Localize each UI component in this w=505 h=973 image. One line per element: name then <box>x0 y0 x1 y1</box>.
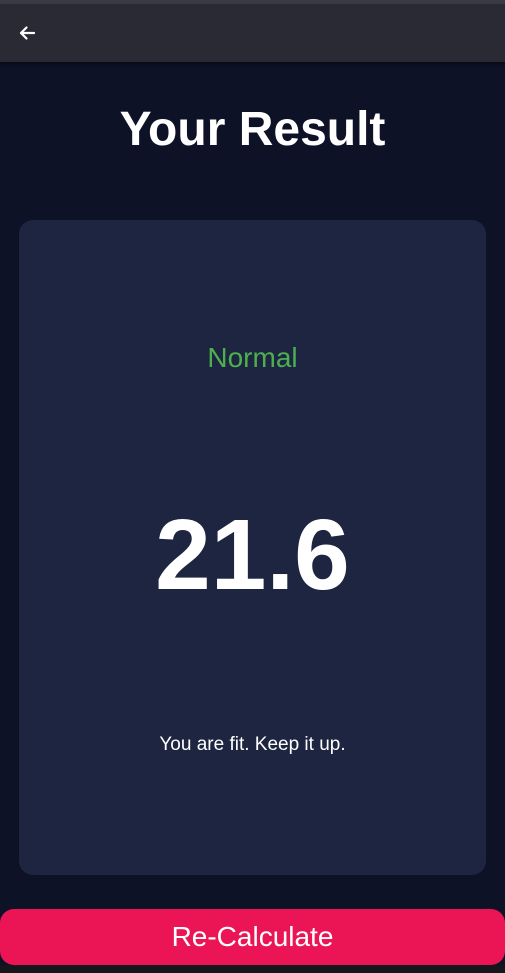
page-title: Your Result <box>119 103 386 156</box>
app-bar <box>0 0 505 62</box>
bmi-status-label: Normal <box>207 342 298 373</box>
back-button[interactable] <box>12 18 42 48</box>
arrow-left-icon <box>19 26 36 40</box>
bottom-edge <box>0 965 505 973</box>
result-card: Normal 21.6 You are fit. Keep it up. <box>19 220 486 875</box>
result-message: You are fit. Keep it up. <box>159 734 346 755</box>
recalculate-button[interactable]: Re-Calculate <box>0 909 505 965</box>
bmi-value: 21.6 <box>155 499 350 611</box>
bmi-result-screen: Your Result Normal 21.6 You are fit. Kee… <box>0 0 505 973</box>
